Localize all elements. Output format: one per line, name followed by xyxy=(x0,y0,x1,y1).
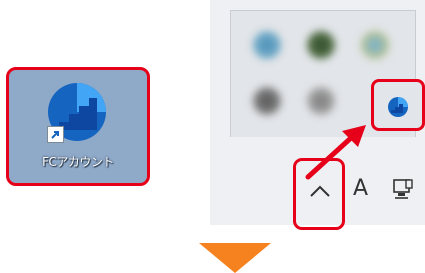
fc-account-tray-icon[interactable] xyxy=(387,96,409,118)
tray-icon-3[interactable] xyxy=(361,31,389,59)
fc-account-app-icon[interactable] xyxy=(47,82,107,143)
orange-down-arrow xyxy=(199,243,271,273)
wired-network-icon[interactable] xyxy=(392,178,414,200)
tray-icon-5[interactable] xyxy=(307,87,335,115)
desktop-shortcut-highlight: FCアカウント xyxy=(6,67,150,186)
tray-icon-1[interactable] xyxy=(253,31,281,59)
tray-icon-2[interactable] xyxy=(307,31,335,59)
red-pointer-arrow xyxy=(305,125,366,180)
shortcut-arrow-icon xyxy=(47,126,64,143)
shortcut-label[interactable]: FCアカウント xyxy=(9,153,147,170)
tray-icon-4[interactable] xyxy=(253,87,281,115)
